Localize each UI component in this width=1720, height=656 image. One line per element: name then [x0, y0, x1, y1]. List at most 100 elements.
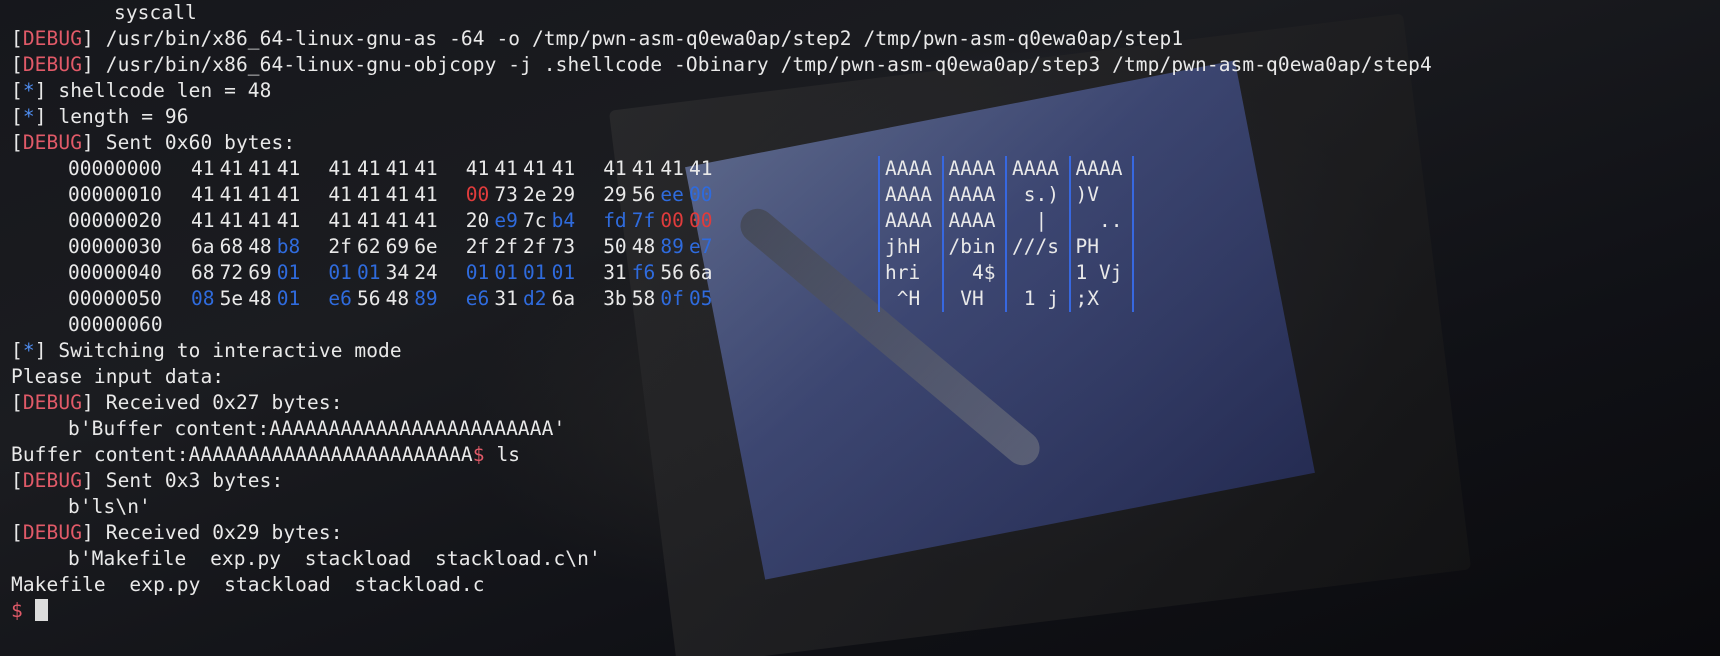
hexdump-byte: 6a	[689, 261, 713, 284]
debug-tag: DEBUG	[22, 53, 83, 76]
hexdump-offset: 00000020	[68, 209, 162, 232]
hexdump-ascii-separator	[1068, 286, 1071, 312]
hexdump-byte: 89	[660, 235, 684, 258]
hexdump-byte: 31	[603, 261, 627, 284]
hexdump-ascii: PH	[1075, 235, 1123, 258]
hexdump-ascii-separator	[1068, 182, 1071, 208]
shell-input-line[interactable]: $	[11, 598, 1720, 624]
hexdump-byte: 01	[465, 261, 490, 284]
terminal-output[interactable]: syscall [DEBUG] /usr/bin/x86_64-linux-gn…	[0, 0, 1720, 656]
hexdump-byte: 7c	[523, 209, 547, 232]
hexdump-ascii: AAAA	[948, 209, 996, 232]
hexdump-byte: 2f	[494, 235, 518, 258]
terminal-cursor[interactable]	[34, 599, 48, 621]
hexdump-ascii: /bin	[948, 235, 996, 258]
hexdump-byte: 34	[385, 261, 410, 284]
shell-prompt: $	[11, 599, 23, 622]
hexdump-ascii: ///s	[1012, 235, 1059, 258]
hexdump-row: 00000030 6a 68 48 b8 2f 62 69 6e 2f 2f 2f 73 50 48 89 e7…	[11, 234, 1720, 260]
info-length: [*] length = 96	[11, 105, 189, 128]
hexdump-ascii-separator	[1068, 208, 1071, 234]
hexdump-ascii-separator	[1005, 234, 1007, 260]
hexdump-ascii: ^H	[885, 287, 932, 310]
hexdump-byte: 48	[385, 287, 410, 310]
hexdump-ascii: AAAA	[885, 157, 932, 180]
hexdump-ascii: 1 Vj	[1075, 261, 1123, 284]
hexdump-byte: 01	[276, 261, 301, 284]
hexdump-ascii: AAAA	[948, 183, 996, 206]
debug-as-line: [DEBUG] /usr/bin/x86_64-linux-gnu-as -64…	[11, 27, 1184, 50]
program-prompt: Please input data:	[11, 365, 225, 388]
hexdump-ascii-separator	[878, 286, 880, 312]
hexdump-ascii-separator	[878, 182, 880, 208]
hexdump-byte: 41	[248, 183, 272, 206]
hexdump-row: 00000010 41 41 41 41 41 41 41 41 00 73 2e 29 29 56 ee 00…	[11, 182, 1720, 208]
hexdump-byte: 00	[465, 183, 490, 206]
hexdump-byte: 68	[219, 235, 244, 258]
info-interactive: [*] Switching to interactive mode	[11, 339, 402, 362]
asm-line: syscall	[114, 1, 197, 24]
hexdump-byte: b8	[276, 235, 301, 258]
debug-tag: DEBUG	[22, 469, 83, 492]
hexdump-ascii-separator	[1005, 156, 1007, 182]
hexdump-byte: 01	[494, 261, 518, 284]
hexdump-ascii-separator	[1132, 156, 1134, 182]
hexdump-byte: 56	[660, 261, 684, 284]
hexdump-byte: f6	[631, 261, 656, 284]
hexdump-ascii: jhH	[885, 235, 932, 258]
hexdump-row: 00000000 41 41 41 41 41 41 41 41 41 41 41 41 41 41 41 41…	[11, 156, 1720, 182]
debug-tag: DEBUG	[22, 391, 83, 414]
hexdump-byte: 41	[385, 209, 410, 232]
hexdump-byte: e6	[465, 287, 490, 310]
hexdump-byte: 41	[276, 183, 301, 206]
hexdump-byte: 00	[689, 209, 713, 232]
hexdump-byte: 31	[494, 287, 518, 310]
hexdump-byte: 0f	[660, 287, 684, 310]
hexdump-offset: 00000030	[68, 235, 162, 258]
hexdump-byte: 20	[465, 209, 490, 232]
hexdump-byte: 41	[191, 183, 215, 206]
hexdump-byte: 01	[357, 261, 381, 284]
info-tag: *	[22, 105, 35, 128]
hexdump-byte: 56	[631, 183, 656, 206]
hexdump-ascii-separator	[878, 260, 880, 286]
hexdump-byte: e6	[328, 287, 352, 310]
hexdump-byte: 29	[551, 183, 576, 206]
hexdump-byte: 41	[276, 209, 301, 232]
hexdump-byte: 58	[631, 287, 656, 310]
hexdump-byte: 41	[414, 157, 438, 180]
hexdump-byte: 05	[689, 287, 713, 310]
hexdump-byte: 41	[414, 209, 438, 232]
hexdump-byte: 41	[276, 157, 301, 180]
hexdump-byte: 41	[523, 157, 547, 180]
hexdump-ascii-separator	[1005, 260, 1007, 286]
hexdump-byte: 41	[414, 183, 438, 206]
hexdump-byte: 48	[248, 287, 272, 310]
hexdump-byte: 00	[660, 209, 684, 232]
received-data: b'Buffer content:AAAAAAAAAAAAAAAAAAAAAAA…	[68, 417, 566, 440]
hexdump-byte: 41	[603, 157, 627, 180]
hexdump-byte: 89	[414, 287, 438, 310]
hexdump-row: 00000050 08 5e 48 01 e6 56 48 89 e6 31 d2 6a 3b 58 0f 05…	[11, 286, 1720, 312]
hexdump-row: 00000020 41 41 41 41 41 41 41 41 20 e9 7c b4 fd 7f 00 00…	[11, 208, 1720, 234]
hexdump-byte: 41	[248, 157, 272, 180]
hexdump-byte: 69	[248, 261, 272, 284]
hexdump: 00000000 41 41 41 41 41 41 41 41 41 41 41 41 41 41 41 41…	[11, 156, 1720, 312]
hexdump-ascii: hri	[885, 261, 932, 284]
hexdump-byte: 41	[328, 209, 352, 232]
hexdump-byte: 41	[191, 157, 215, 180]
hexdump-byte: 68	[191, 261, 215, 284]
hexdump-byte: 29	[603, 183, 627, 206]
hexdump-ascii: VH	[948, 287, 996, 310]
hexdump-ascii-separator	[1132, 182, 1134, 208]
hexdump-ascii-separator	[941, 182, 944, 208]
hexdump-byte: 73	[551, 235, 576, 258]
hexdump-byte: e7	[689, 235, 713, 258]
debug-received-line: [DEBUG] Received 0x27 bytes:	[11, 391, 343, 414]
hexdump-byte: 48	[631, 235, 656, 258]
hexdump-ascii-separator	[878, 156, 880, 182]
info-tag: *	[22, 339, 35, 362]
hexdump-byte: 5e	[219, 287, 244, 310]
hexdump-ascii-separator	[1005, 286, 1007, 312]
hexdump-ascii-separator	[1005, 208, 1007, 234]
